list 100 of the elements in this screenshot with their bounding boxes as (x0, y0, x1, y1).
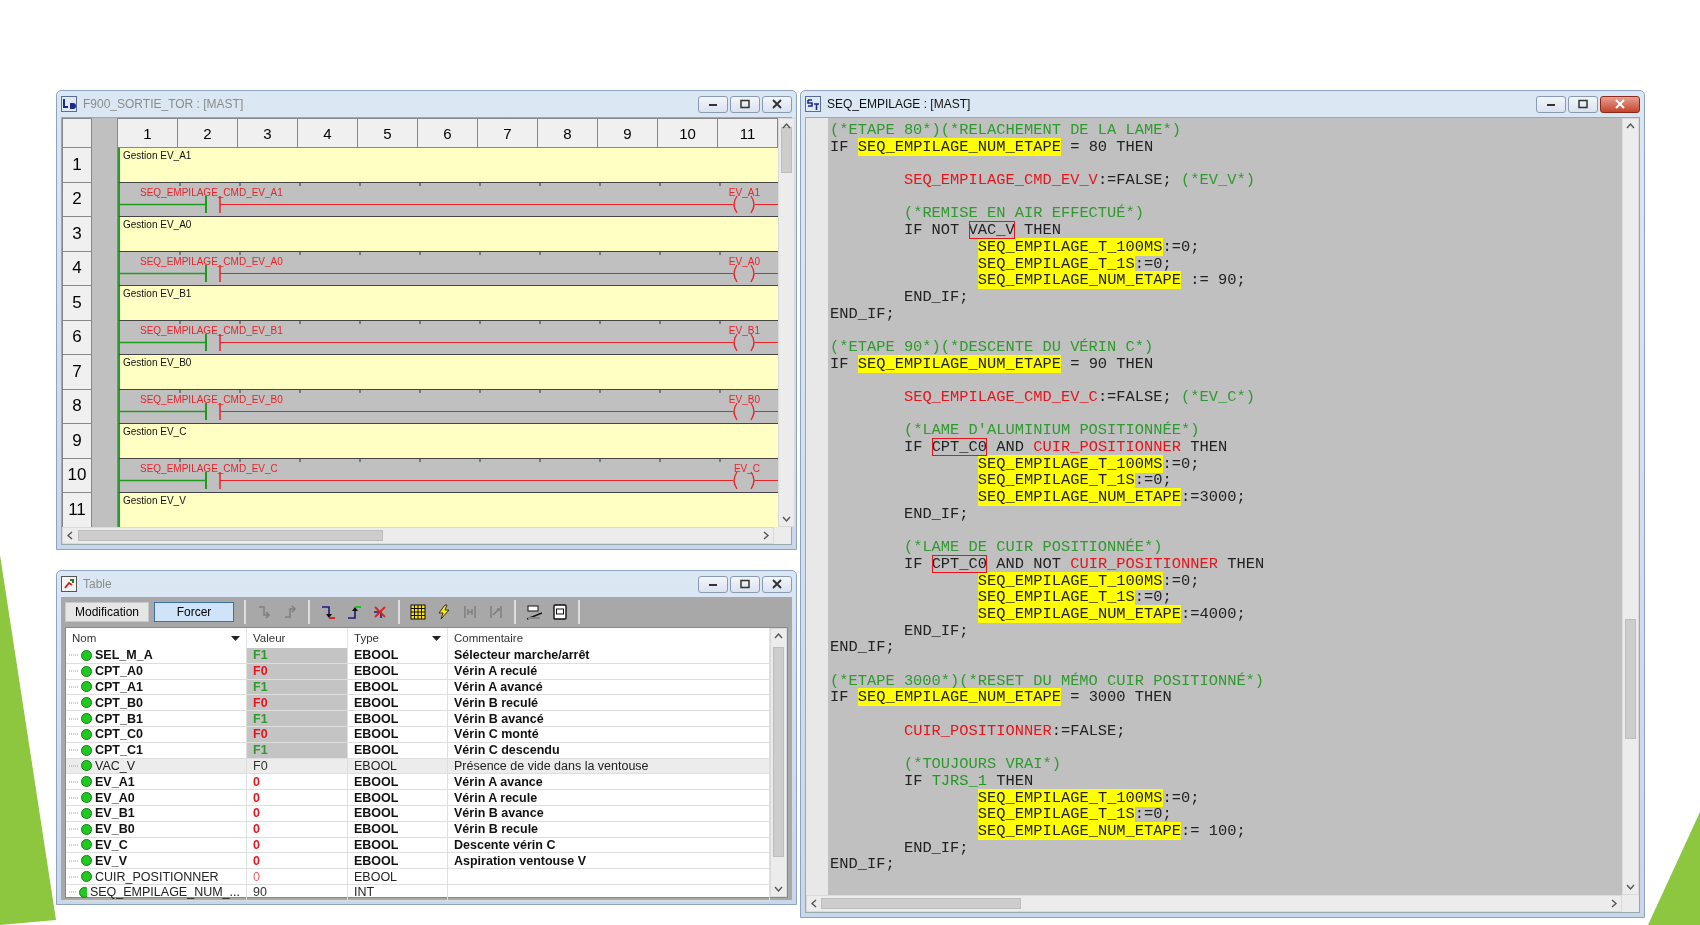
code-line: CUIR_POSITIONNER:=FALSE; (903, 721, 1126, 740)
code-line: END_IF; (903, 287, 969, 306)
row-number: 10 (62, 458, 92, 493)
type-cell: EBOOL (348, 805, 448, 822)
variable-name[interactable]: CPT_A0 (95, 664, 143, 679)
window-title: Table (83, 577, 113, 591)
rung-comment: Gestion EV_C (123, 426, 187, 437)
comment-cell: Descente vérin C (448, 837, 770, 854)
column-header: 8 (538, 118, 598, 148)
variable-name[interactable]: CPT_B1 (95, 711, 143, 726)
contact-label: SEQ_EMPILAGE_CMD_EV_C (140, 462, 278, 474)
comment-cell: Vérin A recule (448, 790, 770, 806)
row-number: 11 (62, 493, 92, 527)
variable-name[interactable]: EV_C (95, 837, 128, 852)
window-title: SEQ_EMPILAGE : [MAST] (827, 97, 972, 111)
code-line: (*ETAPE 3000*)(*RESET DU MÉMO CUIR POSITIONNÉ*) (830, 671, 1265, 690)
mode-button[interactable]: Forcer (154, 602, 235, 622)
code-line: IF TJRS_1 THEN (903, 771, 1034, 790)
row-number: 8 (62, 389, 92, 424)
window-title: F900_SORTIE_TOR : [MAST] (83, 97, 245, 111)
value-cell: 0 (247, 805, 348, 822)
type-cell: EBOOL (348, 790, 448, 806)
variable-name[interactable]: SEL_M_A (95, 648, 153, 663)
code-line: IF CPT_C0 AND NOT CUIR_POSITIONNER THEN (903, 554, 1265, 573)
variable-name[interactable]: EV_B0 (95, 822, 135, 837)
code-line: (*TOUJOURS VRAI*) (903, 755, 1061, 774)
code-line: (*REMISE EN AIR EFFECTUÉ*) (903, 204, 1145, 223)
variable-name[interactable]: SEQ_EMPILAGE_NUM_... (89, 885, 240, 900)
comment-cell: Vérin B recule (448, 821, 770, 838)
type-cell: EBOOL (348, 869, 448, 885)
code-line: SEQ_EMPILAGE_CMD_EV_C:=FALSE; (*EV_C*) (903, 388, 1255, 406)
rung-comment: Gestion EV_A0 (123, 219, 192, 230)
contact-label: SEQ_EMPILAGE_CMD_EV_B0 (140, 393, 283, 405)
column-header: 4 (298, 118, 358, 148)
column-header: 11 (718, 118, 778, 148)
type-cell: EBOOL (348, 821, 448, 838)
type-cell: EBOOL (348, 742, 448, 759)
value-cell: F1 (247, 711, 348, 727)
column-header: 6 (418, 118, 478, 148)
code-line: IF SEQ_EMPILAGE_NUM_ETAPE = 80 THEN (830, 137, 1154, 156)
variable-name[interactable]: CPT_C0 (95, 727, 143, 742)
column-header: 5 (358, 118, 418, 148)
row-number: 6 (62, 320, 92, 355)
code-line: IF CPT_C0 AND CUIR_POSITIONNER THEN (903, 438, 1228, 457)
comment-cell: Vérin A avancé (448, 679, 770, 696)
code-line: END_IF; (903, 838, 969, 857)
column-header: 7 (478, 118, 538, 148)
code-line: IF SEQ_EMPILAGE_NUM_ETAPE = 3000 THEN (830, 688, 1172, 707)
contact-label: SEQ_EMPILAGE_CMD_EV_A0 (140, 255, 283, 267)
code-line: END_IF; (830, 304, 895, 323)
column-header[interactable]: Nom (72, 632, 97, 644)
comment-cell: Vérin B avance (448, 805, 770, 822)
variable-name[interactable]: EV_B1 (95, 806, 135, 821)
column-header: 10 (658, 118, 718, 148)
value-cell: F1 (247, 648, 348, 664)
rung-comment: Gestion EV_B0 (123, 357, 192, 368)
comment-cell: Sélecteur marche/arrêt (448, 648, 770, 664)
row-number: 5 (62, 286, 92, 321)
variable-name[interactable]: EV_A0 (95, 790, 135, 805)
coil-label: EV_A0 (728, 255, 760, 267)
code-line: (*LAME DE CUIR POSITIONNÉE*) (903, 538, 1163, 557)
comment-cell: Vérin A reculé (448, 663, 770, 680)
column-header[interactable]: Commentaire (454, 632, 524, 644)
code-line: END_IF; (830, 638, 895, 657)
value-cell: 0 (247, 790, 348, 806)
variable-name[interactable]: EV_A1 (95, 774, 135, 789)
column-header: 2 (178, 118, 238, 148)
variable-name[interactable]: CPT_C1 (95, 743, 143, 758)
type-cell: INT (348, 884, 448, 901)
type-cell: EBOOL (348, 711, 448, 727)
type-cell: EBOOL (348, 679, 448, 696)
type-cell: EBOOL (348, 695, 448, 712)
code-line: (*ETAPE 90*)(*DESCENTE DU VÉRIN C*) (830, 337, 1154, 356)
comment-cell: Vérin C monté (448, 727, 770, 743)
value-cell: 0 (247, 774, 348, 791)
value-cell: 0 (247, 853, 348, 870)
value-cell: 90 (247, 884, 348, 901)
type-cell: EBOOL (348, 727, 448, 743)
row-number: 3 (62, 217, 92, 252)
comment-cell: Vérin B reculé (448, 695, 770, 712)
variable-name[interactable]: CPT_B0 (95, 695, 143, 710)
variable-name[interactable]: EV_V (95, 853, 127, 868)
mode-button[interactable]: Modification (65, 602, 150, 622)
code-line: (*ETAPE 80*)(*RELACHEMENT DE LA LAME*) (830, 121, 1181, 139)
variable-name[interactable]: CUIR_POSITIONNER (95, 869, 219, 884)
code-line: END_IF; (903, 621, 969, 640)
column-header: 1 (118, 118, 178, 148)
column-header[interactable]: Valeur (253, 632, 286, 644)
type-cell: EBOOL (348, 774, 448, 791)
comment-cell: Aspiration ventouse V (448, 853, 770, 870)
variable-name[interactable]: VAC_V (95, 758, 136, 773)
variable-name[interactable]: CPT_A1 (95, 680, 143, 694)
value-cell: F0 (247, 695, 348, 712)
rung-comment: Gestion EV_A1 (123, 150, 192, 161)
comment-cell: Vérin C descendu (448, 742, 770, 759)
code-line: END_IF; (830, 855, 895, 874)
column-header[interactable]: Type (354, 632, 379, 644)
row-number: 1 (62, 148, 92, 183)
coil-label: EV_B0 (728, 393, 760, 405)
type-cell: EBOOL (348, 837, 448, 854)
